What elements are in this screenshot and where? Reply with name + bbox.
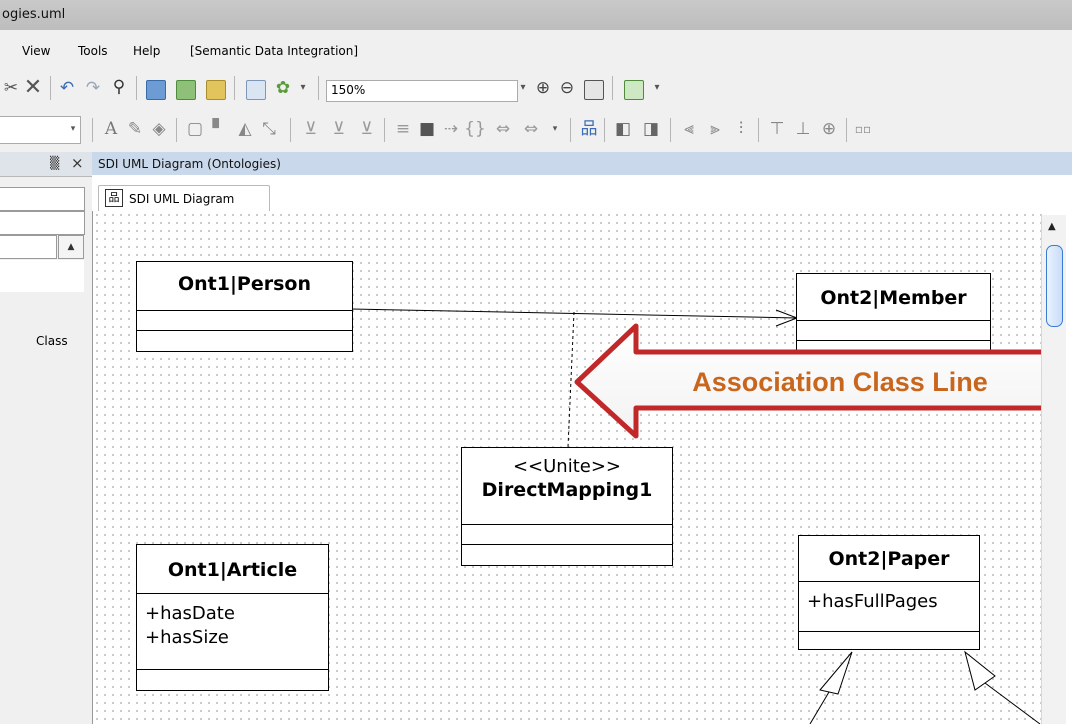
- scroll-up-icon[interactable]: ▲: [1048, 221, 1056, 232]
- scrollbar-thumb[interactable]: [1046, 245, 1063, 327]
- callout-text: Association Class Line: [692, 367, 988, 397]
- vertical-scrollbar[interactable]: ▲: [1041, 215, 1066, 724]
- callout-arrow: Association Class Line: [574, 323, 1058, 439]
